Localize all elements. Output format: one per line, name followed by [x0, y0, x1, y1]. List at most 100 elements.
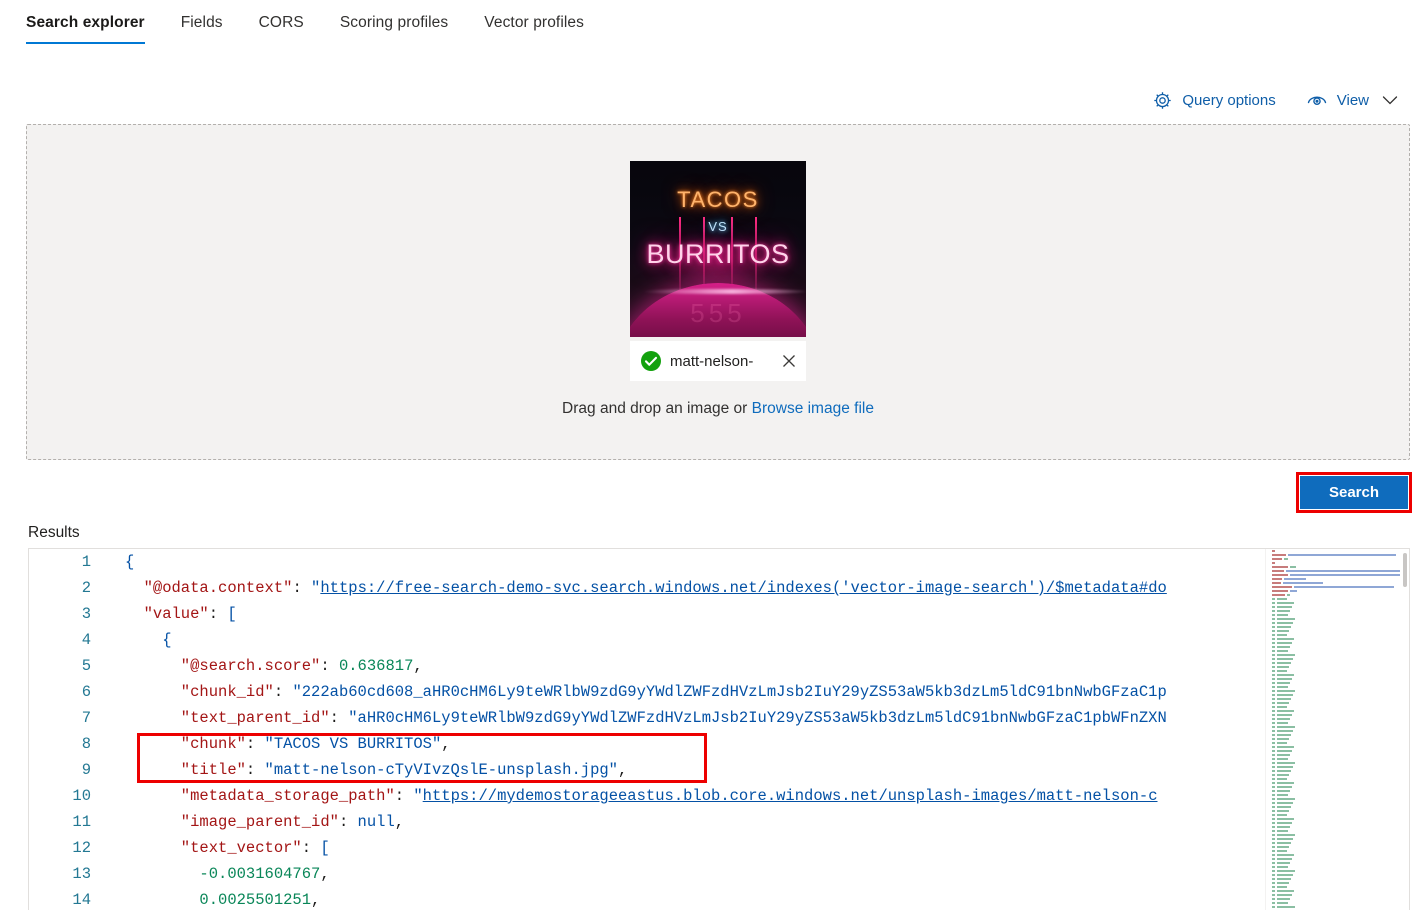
code-token: "@odata.context" — [125, 579, 293, 597]
minimap-segment — [1272, 818, 1275, 820]
code-line[interactable]: 6 "chunk_id": "222ab60cd608_aHR0cHM6Ly9t… — [29, 679, 1267, 705]
minimap-segment — [1272, 638, 1275, 640]
minimap-segment — [1272, 646, 1275, 648]
minimap-segment — [1272, 754, 1275, 756]
minimap-segment — [1277, 842, 1291, 844]
minimap-segment — [1272, 614, 1275, 616]
gear-icon — [1152, 90, 1173, 111]
remove-file-button[interactable] — [776, 348, 802, 374]
code-token: "title" — [125, 761, 246, 779]
code-line[interactable]: 11 "image_parent_id": null, — [29, 809, 1267, 835]
editor-minimap[interactable] — [1265, 549, 1409, 910]
code-text: "text_parent_id": "aHR0cHM6Ly9teWRlbW9zd… — [125, 705, 1167, 731]
code-token: " — [413, 787, 423, 805]
minimap-segment — [1272, 858, 1275, 860]
minimap-segment — [1277, 646, 1290, 648]
code-token: [ — [320, 839, 330, 857]
code-token: : — [301, 839, 321, 857]
code-text: "image_parent_id": null, — [125, 809, 404, 835]
minimap-segment — [1277, 814, 1287, 816]
code-text: "value": [ — [125, 601, 237, 627]
minimap-segment — [1277, 658, 1293, 660]
minimap-segment — [1277, 782, 1294, 784]
code-line[interactable]: 7 "text_parent_id": "aHR0cHM6Ly9teWRlbW9… — [29, 705, 1267, 731]
code-line[interactable]: 8 "chunk": "TACOS VS BURRITOS", — [29, 731, 1267, 757]
minimap-segment — [1272, 550, 1275, 552]
minimap-segment — [1272, 810, 1275, 812]
minimap-segment — [1272, 682, 1275, 684]
code-line[interactable]: 3 "value": [ — [29, 601, 1267, 627]
minimap-segment — [1272, 826, 1275, 828]
minimap-segment — [1272, 806, 1275, 808]
code-token: , — [320, 865, 330, 883]
minimap-segment — [1277, 682, 1290, 684]
tab-vector-profiles[interactable]: Vector profiles — [466, 14, 602, 44]
minimap-segment — [1272, 554, 1286, 556]
minimap-segment — [1277, 654, 1295, 656]
query-options-button[interactable]: Query options — [1152, 90, 1276, 111]
chevron-down-icon — [1382, 95, 1398, 106]
eye-view-icon — [1306, 91, 1328, 109]
minimap-segment — [1272, 726, 1275, 728]
minimap-segment — [1272, 598, 1275, 600]
code-line[interactable]: 4 { — [29, 627, 1267, 653]
minimap-segment — [1272, 782, 1275, 784]
minimap-segment — [1277, 618, 1295, 620]
image-dropzone[interactable]: 555 TACOS VS BURRITOS matt-nelson- Drag … — [26, 124, 1410, 460]
line-number: 1 — [81, 553, 91, 571]
code-line[interactable]: 2 "@odata.context": "https://free-search… — [29, 575, 1267, 601]
minimap-segment — [1272, 590, 1288, 592]
code-link[interactable]: https://mydemostorageeastus.blob.core.wi… — [423, 787, 1158, 805]
tab-scoring-profiles[interactable]: Scoring profiles — [322, 14, 466, 44]
code-text: -0.0031604767, — [125, 861, 330, 887]
code-line[interactable]: 9 "title": "matt-nelson-cTyVIvzQslE-unsp… — [29, 757, 1267, 783]
code-line[interactable]: 14 0.0025501251, — [29, 887, 1267, 910]
minimap-segment — [1277, 634, 1287, 636]
code-token: : — [338, 813, 358, 831]
minimap-segment — [1272, 734, 1275, 736]
minimap-segment — [1272, 762, 1275, 764]
minimap-segment — [1272, 866, 1275, 868]
tab-cors[interactable]: CORS — [241, 14, 322, 44]
code-text: { — [125, 627, 172, 653]
minimap-segment — [1272, 854, 1275, 856]
code-link[interactable]: https://free-search-demo-svc.search.wind… — [320, 579, 1166, 597]
minimap-segment — [1284, 558, 1288, 560]
minimap-segment — [1277, 858, 1292, 860]
code-line[interactable]: 1{ — [29, 549, 1267, 575]
minimap-segment — [1277, 606, 1292, 608]
minimap-segment — [1277, 774, 1289, 776]
tab-fields[interactable]: Fields — [163, 14, 241, 44]
minimap-segment — [1272, 794, 1275, 796]
results-json-editor[interactable]: 1{2 "@odata.context": "https://free-sear… — [28, 548, 1410, 910]
minimap-segment — [1277, 810, 1289, 812]
code-token: 0.0025501251 — [125, 891, 312, 909]
code-token: "chunk" — [125, 735, 246, 753]
code-token: [ — [227, 605, 237, 623]
minimap-segment — [1277, 730, 1293, 732]
minimap-segment — [1272, 802, 1275, 804]
minimap-segment — [1272, 814, 1275, 816]
browse-image-file-link[interactable]: Browse image file — [752, 400, 874, 417]
code-token: { — [125, 631, 172, 649]
code-token: "text_vector" — [125, 839, 302, 857]
minimap-segment — [1277, 750, 1292, 752]
minimap-segment — [1272, 742, 1275, 744]
minimap-scrollbar[interactable] — [1403, 553, 1407, 587]
view-button[interactable]: View — [1306, 91, 1398, 109]
minimap-segment — [1272, 586, 1292, 588]
minimap-segment — [1277, 626, 1291, 628]
code-line[interactable]: 10 "metadata_storage_path": "https://myd… — [29, 783, 1267, 809]
code-token: , — [441, 735, 451, 753]
minimap-segment — [1272, 694, 1275, 696]
minimap-segment — [1272, 714, 1275, 716]
tab-search-explorer[interactable]: Search explorer — [24, 14, 163, 44]
code-token: : — [245, 761, 265, 779]
minimap-segment — [1272, 786, 1275, 788]
code-line[interactable]: 5 "@search.score": 0.636817, — [29, 653, 1267, 679]
tab-label: Search explorer — [26, 14, 145, 31]
minimap-segment — [1277, 874, 1293, 876]
thumbnail-text-vs: VS — [708, 219, 728, 234]
code-line[interactable]: 12 "text_vector": [ — [29, 835, 1267, 861]
code-line[interactable]: 13 -0.0031604767, — [29, 861, 1267, 887]
